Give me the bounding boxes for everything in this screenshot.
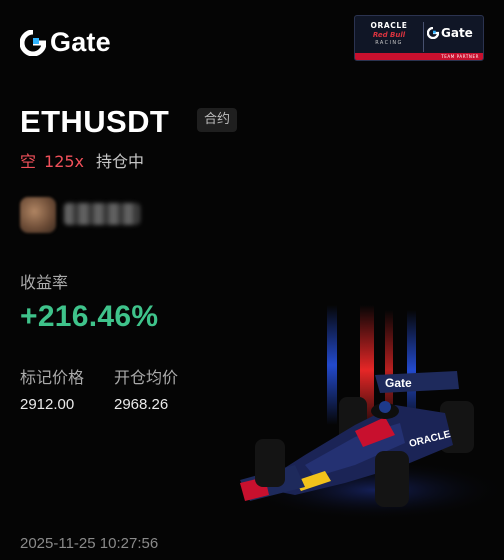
timestamp: 2025-11-25 10:27:56 [20,535,159,552]
gate-logo-icon [20,29,46,56]
open-price-label: 开仓均价 [114,368,179,387]
mark-price-label: 标记价格 [20,368,85,387]
badge-gate-logo: Gate [427,26,473,40]
yield-label: 收益率 [20,273,69,292]
avatar [20,197,56,233]
sponsor-line1: ORACLE [370,21,408,30]
badge-divider [423,22,424,52]
position-side: 空 [20,152,37,171]
gate-logo: Gate [20,27,111,58]
trading-pair: ETHUSDT [20,104,170,139]
sponsor-badge: ORACLE Red Bull RACING Gate TEAM PARTNER [354,15,484,61]
username-blurred [64,203,140,225]
f1-car-illustration: Gate ORACLE [240,305,504,520]
redbull-racing-logo: ORACLE Red Bull RACING [359,20,419,56]
badge-strip: TEAM PARTNER [355,53,483,60]
gate-logo-text: Gate [50,27,111,57]
position-status: 持仓中 [96,152,145,171]
leverage: 125x [44,152,85,171]
sponsor-line3: RACING [375,40,403,46]
gate-logo-icon [427,27,439,39]
position-info: 空 125x 持仓中 [20,148,144,172]
contract-tag: 合约 [197,108,238,132]
badge-gate-text: Gate [441,26,473,40]
mark-price-value: 2912.00 [20,396,75,413]
yield-value: +216.46% [20,300,159,333]
sponsor-line2: Red Bull [372,31,406,39]
open-price-value: 2968.26 [114,396,169,413]
svg-text:Gate: Gate [385,376,412,390]
